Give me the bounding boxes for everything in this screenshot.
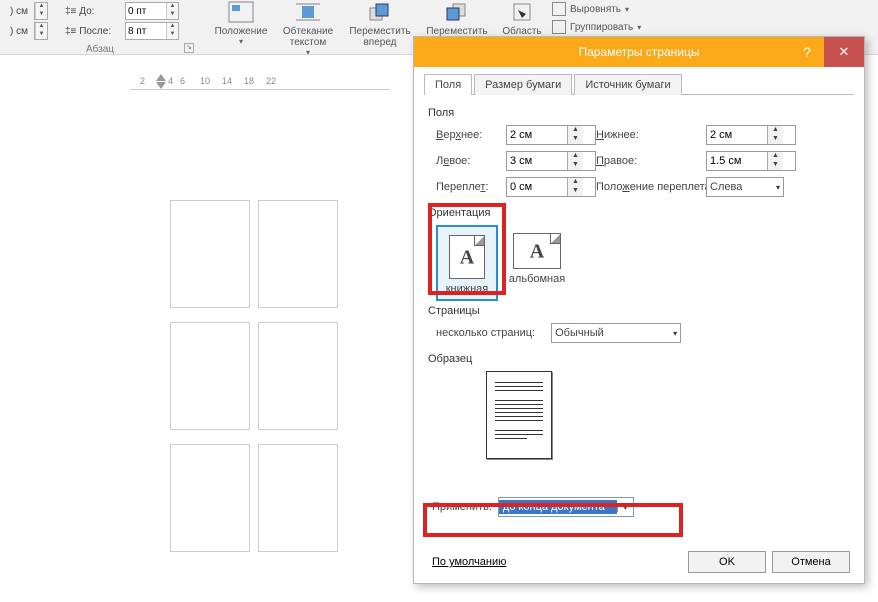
orientation-landscape[interactable]: A альбомная [506, 225, 568, 285]
close-button[interactable]: ✕ [824, 37, 864, 67]
wrap-text-button[interactable]: Обтекание текстом▾ [278, 0, 338, 57]
sample-label: Образец [428, 353, 850, 365]
margin-right-input[interactable]: ▲▼ [706, 151, 796, 171]
space-before-label: ‡≡ До: [65, 6, 121, 17]
paragraph-group-label: Абзац↘ [0, 44, 200, 55]
space-after-label: ‡≡ После: [65, 26, 121, 37]
margin-bottom-input[interactable]: ▲▼ [706, 125, 796, 145]
indent-right-val: ) см [0, 26, 30, 37]
dialog-launcher-icon[interactable]: ↘ [184, 43, 194, 53]
position-button[interactable]: Положение▾ [206, 0, 276, 46]
tab-fields[interactable]: Поля [424, 74, 472, 95]
margins-section-label: Поля [428, 107, 850, 119]
page-thumb[interactable] [258, 444, 338, 552]
page-thumb[interactable] [258, 322, 338, 430]
gutter-position-label: Положение переплета: [596, 181, 706, 193]
set-default-button[interactable]: По умолчанию [428, 554, 510, 570]
landscape-icon: A [513, 233, 561, 269]
tab-paper-size[interactable]: Размер бумаги [474, 74, 572, 95]
tab-paper-source[interactable]: Источник бумаги [574, 74, 681, 95]
help-button[interactable]: ? [790, 37, 824, 67]
page-thumb[interactable] [170, 200, 250, 308]
page-thumb[interactable] [258, 200, 338, 308]
space-after-input[interactable]: ▲▼ [125, 22, 179, 40]
indent-left-stepper[interactable]: ▲▼ [34, 2, 48, 20]
paragraph-group: ) см ▲▼ ) см ▲▼ ‡≡ До: ▲▼ ‡≡ После: ▲▼ А… [0, 0, 200, 55]
gutter-position-select[interactable]: Слева▾ [706, 177, 784, 197]
indent-right-stepper[interactable]: ▲▼ [34, 22, 48, 40]
space-before-input[interactable]: ▲▼ [125, 2, 179, 20]
page-setup-dialog: Параметры страницы ? ✕ Поля Размер бумаг… [413, 36, 865, 584]
dialog-tabs: Поля Размер бумаги Источник бумаги [424, 73, 854, 95]
page-thumb[interactable] [170, 444, 250, 552]
multiple-pages-label: несколько страниц: [436, 327, 535, 339]
margin-bottom-label: Нижнее: [596, 129, 706, 141]
dialog-title: Параметры страницы [579, 45, 700, 59]
margin-right-label: Правое: [596, 155, 706, 167]
margin-top-input[interactable]: ▲▼ [506, 125, 596, 145]
bring-forward-button[interactable]: Переместить вперед [340, 0, 420, 48]
align-icon [552, 2, 566, 16]
margin-top-label: Верхнее: [436, 129, 506, 141]
gutter-label: Переплет: [436, 181, 506, 193]
dialog-titlebar[interactable]: Параметры страницы ? ✕ [414, 37, 864, 67]
sample-preview [436, 371, 850, 459]
highlight-apply [423, 503, 683, 537]
margin-left-input[interactable]: ▲▼ [506, 151, 596, 171]
pages-section-label: Страницы [428, 305, 850, 317]
group-icon [552, 20, 566, 34]
group-button[interactable]: Группировать ▾ [552, 18, 672, 36]
horizontal-ruler[interactable]: 2 4 6 10 14 18 22 [130, 74, 390, 90]
gutter-input[interactable]: ▲▼ [506, 177, 596, 197]
selection-pane-button[interactable]: Область [494, 0, 550, 37]
align-button[interactable]: Выровнять ▾ [552, 0, 672, 18]
highlight-orientation [428, 203, 506, 295]
page-thumb[interactable] [170, 322, 250, 430]
margin-left-label: Левое: [436, 155, 506, 167]
indent-left-val: ) см [0, 6, 30, 17]
multiple-pages-select[interactable]: Обычный▾ [551, 323, 681, 343]
ok-button[interactable]: OK [688, 551, 766, 573]
cancel-button[interactable]: Отмена [772, 551, 850, 573]
